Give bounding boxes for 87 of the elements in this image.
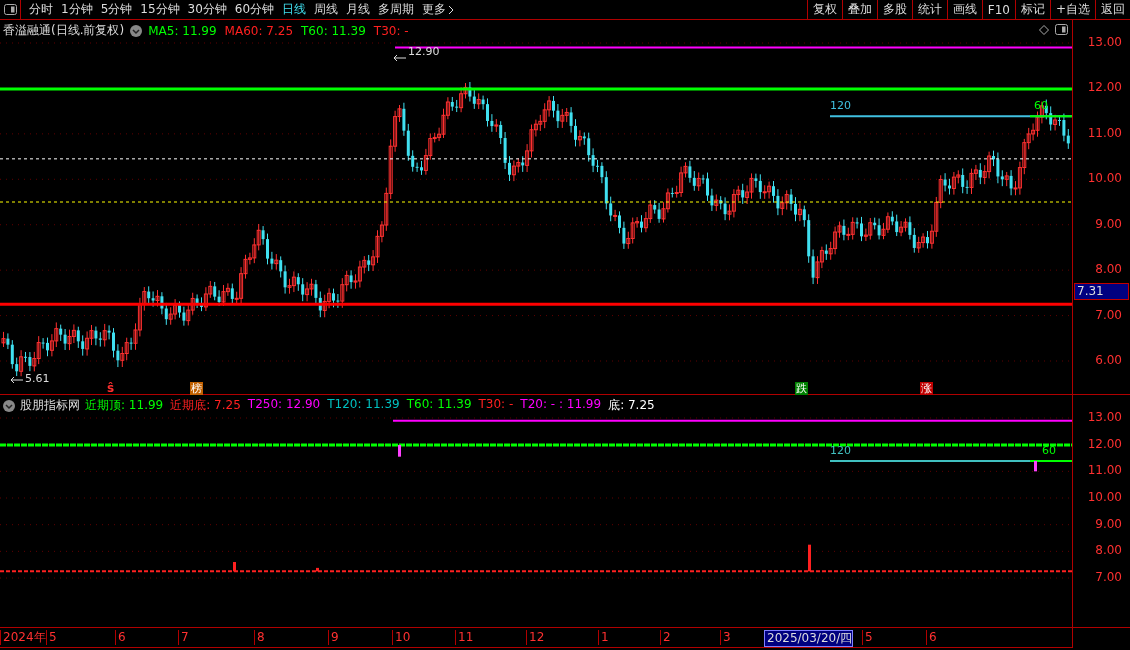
date-label: 2025/03/20/四 <box>764 630 854 647</box>
period-tab[interactable]: 5分钟 <box>96 0 137 20</box>
value-tick: 12.00 <box>1087 436 1122 451</box>
event-badge: 涨 <box>920 382 933 395</box>
indicator-value: T20: - : 11.99 <box>520 397 602 413</box>
date-label: 9 <box>328 630 339 645</box>
period-tab[interactable]: 日线 <box>278 0 311 20</box>
line-label: 120 <box>830 444 851 457</box>
period-tab[interactable]: 月线 <box>342 0 375 20</box>
price-tick: 11.00 <box>1087 125 1122 140</box>
toolbar-button[interactable]: 叠加 <box>841 0 877 19</box>
signal-marker: ŝ <box>107 381 115 395</box>
date-label: 2024年 <box>0 630 46 645</box>
panel-toggle-icon[interactable] <box>3 4 17 15</box>
dropdown-icon[interactable] <box>3 399 15 412</box>
price-tick: 13.00 <box>1087 35 1122 49</box>
value-tick: 7.00 <box>1095 570 1122 584</box>
period-tab[interactable]: 30分钟 <box>183 0 231 20</box>
date-label: 2 <box>660 630 671 645</box>
date-label: 11 <box>455 630 474 645</box>
indicator-value: T60: 11.39 <box>301 23 366 38</box>
toolbar-button[interactable]: 多股 <box>876 0 912 19</box>
period-tab[interactable]: 15分钟 <box>136 0 184 20</box>
price-tick: 10.00 <box>1087 171 1122 186</box>
period-tab[interactable]: 1分钟 <box>57 0 97 20</box>
date-label: 10 <box>392 630 411 645</box>
indicator-value: 底: 7.25 <box>608 397 655 414</box>
indicator-value: 近期顶: 11.99 <box>85 397 164 414</box>
toolbar-button[interactable]: 画线 <box>946 0 982 19</box>
low-price-label: 5.61 <box>25 372 50 385</box>
line-label: 60 <box>1042 444 1056 457</box>
panel-toggle-icon[interactable] <box>1055 24 1068 35</box>
indicator-value: MA60: 7.25 <box>224 23 294 38</box>
diamond-icon[interactable] <box>1039 24 1049 35</box>
period-tab[interactable]: 分时 <box>25 0 57 20</box>
date-label: 5 <box>46 630 57 645</box>
date-label: 3 <box>720 630 731 645</box>
indicator-value: 近期底: 7.25 <box>170 397 241 414</box>
period-tab[interactable]: 多周期 <box>374 0 419 20</box>
chart-title: 香溢融通(日线.前复权) <box>3 22 125 39</box>
indicator-value: T30: - <box>373 23 409 38</box>
indicator-value: T120: 11.39 <box>327 397 400 413</box>
indicator-bar <box>808 544 811 572</box>
indicator-bar <box>316 567 319 572</box>
toolbar-button[interactable]: +自选 <box>1049 0 1095 19</box>
date-label: 6 <box>926 630 937 645</box>
date-label: 8 <box>254 630 265 645</box>
dropdown-icon[interactable] <box>130 24 143 37</box>
price-tick: 7.00 <box>1095 307 1122 322</box>
value-tick: 11.00 <box>1087 463 1122 478</box>
event-badge: 跌 <box>795 382 808 395</box>
price-label: 120 <box>830 99 851 112</box>
value-tick: 9.00 <box>1095 516 1122 531</box>
price-tick: 8.00 <box>1095 262 1122 277</box>
date-label: 5 <box>862 630 873 645</box>
indicator-value: MA5: 11.99 <box>148 23 217 38</box>
date-label: 7 <box>178 630 189 645</box>
period-tab[interactable]: 60分钟 <box>230 0 279 20</box>
price-tick: 12.00 <box>1087 80 1122 95</box>
toolbar-button[interactable]: 复权 <box>806 0 842 19</box>
date-label: 6 <box>115 630 126 645</box>
arrow-icon <box>10 376 24 384</box>
toolbar-button[interactable]: F10 <box>981 0 1015 19</box>
toolbar-button[interactable]: 返回 <box>1095 0 1130 19</box>
value-tick: 8.00 <box>1095 543 1122 558</box>
indicator-bar <box>398 444 401 457</box>
high-price-label: 12.90 <box>408 45 440 58</box>
indicator-value: T30: - <box>478 397 514 413</box>
date-label: 12 <box>526 630 545 645</box>
indicator-bar <box>233 562 236 572</box>
event-badge: 榜 <box>190 382 203 395</box>
period-tab[interactable]: 周线 <box>310 0 343 20</box>
date-label: 1 <box>598 630 609 645</box>
price-tick: 6.00 <box>1095 353 1122 367</box>
indicator-bar <box>1034 460 1037 472</box>
toolbar-button[interactable]: 标记 <box>1014 0 1050 19</box>
indicator-title: 股朋指标网 <box>20 397 80 414</box>
indicator-value: T60: 11.39 <box>406 397 472 413</box>
chevron-right-icon <box>448 4 455 15</box>
value-tick: 10.00 <box>1087 490 1122 504</box>
price-tick: 9.00 <box>1095 216 1122 231</box>
toolbar-button[interactable]: 统计 <box>911 0 947 19</box>
price-tag: 7.31 <box>1074 283 1129 300</box>
period-tab[interactable]: 更多 <box>418 0 459 20</box>
indicator-value: T250: 12.90 <box>247 397 321 413</box>
value-tick: 13.00 <box>1087 410 1122 424</box>
arrow-icon <box>393 54 407 62</box>
